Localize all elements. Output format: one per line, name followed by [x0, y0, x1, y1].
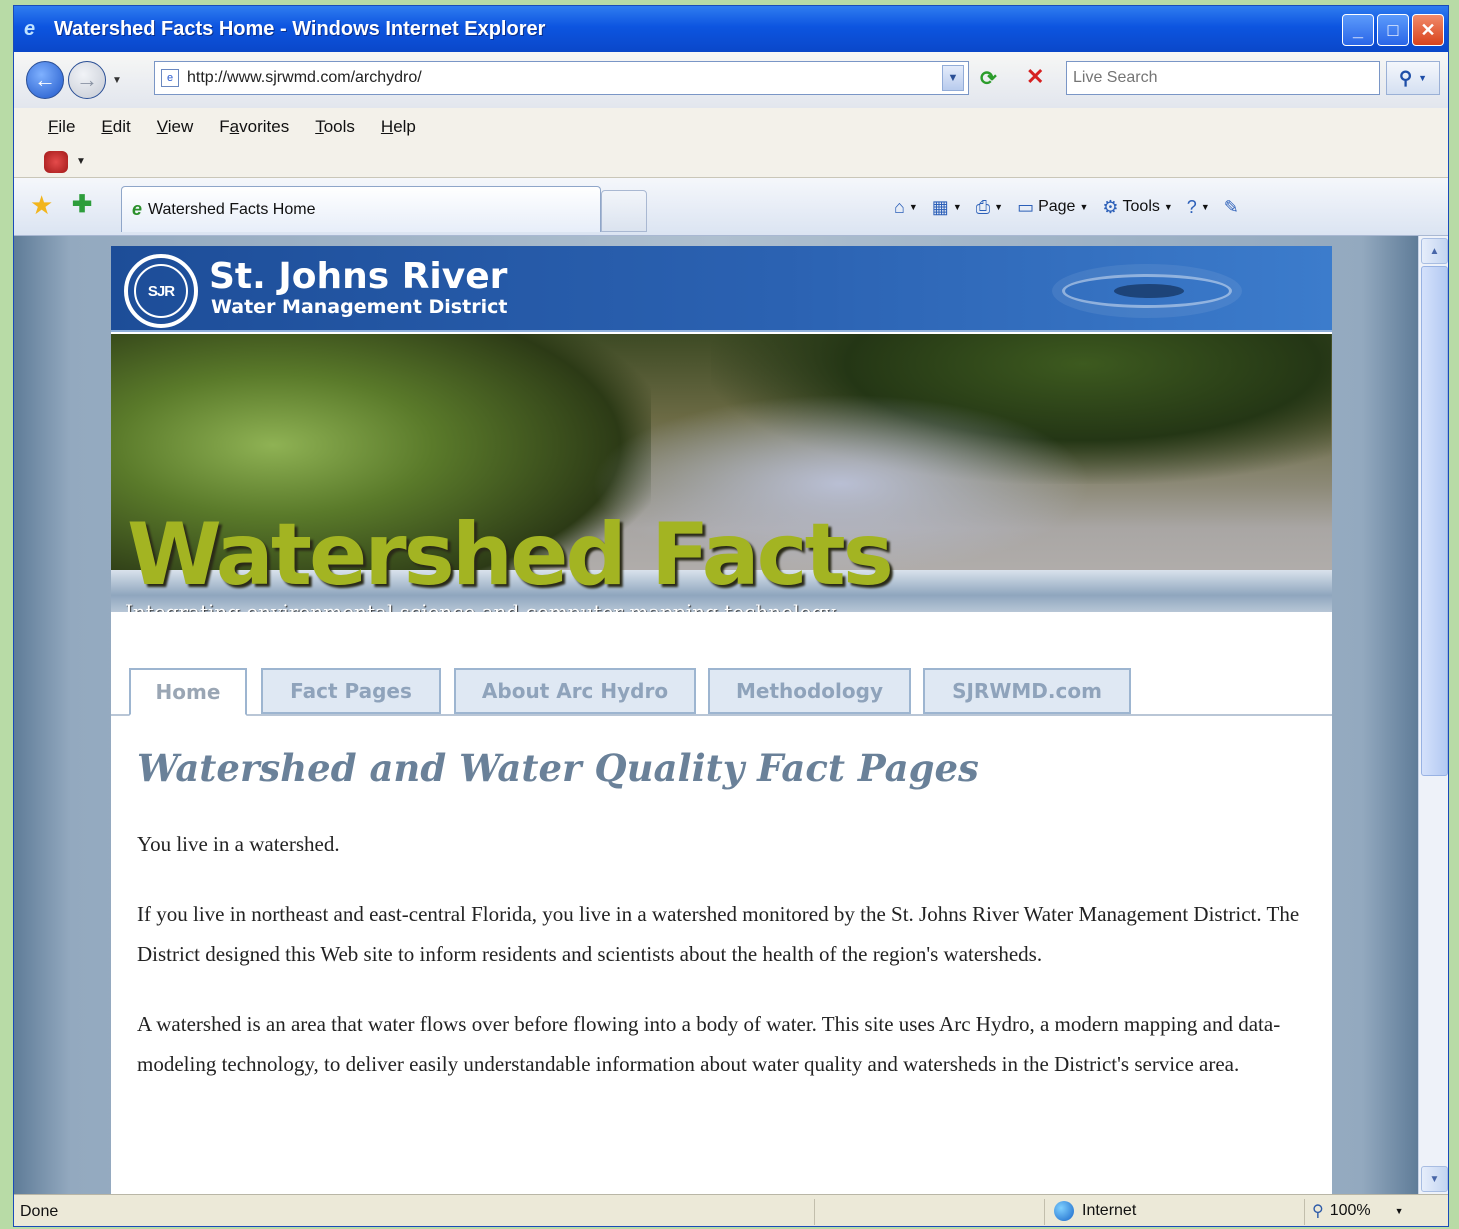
site-title: St. Johns River: [209, 256, 508, 297]
add-favorites-icon[interactable]: ✚: [72, 190, 92, 219]
research-button[interactable]: ✎: [1224, 197, 1239, 218]
close-button[interactable]: ✕: [1412, 14, 1444, 46]
logo-text: SJR: [134, 264, 188, 318]
paragraph-1: You live in a watershed.: [137, 832, 340, 856]
search-button[interactable]: ⚲ ▼: [1386, 61, 1440, 95]
ie-logo-icon: e: [24, 18, 36, 40]
scroll-thumb[interactable]: [1421, 266, 1448, 776]
page-menu-label: Page: [1038, 198, 1076, 215]
banner-image: Watershed Facts Integrating environmenta…: [111, 334, 1332, 612]
addon-dropdown[interactable]: ▼: [76, 156, 86, 167]
scroll-down-button[interactable]: ▼: [1421, 1166, 1448, 1192]
main-content: Watershed and Water Quality Fact Pages Y…: [137, 716, 1307, 1084]
page-icon: ▭: [1017, 196, 1035, 217]
back-icon: ←: [34, 67, 56, 92]
tab-methodology[interactable]: Methodology: [708, 668, 911, 714]
window-title: Watershed Facts Home - Windows Internet …: [54, 17, 546, 40]
site-subtitle: Water Management District: [211, 296, 508, 318]
feeds-icon: ▦: [931, 196, 949, 217]
home-icon: ⌂: [894, 196, 905, 217]
menu-edit[interactable]: Edit: [101, 117, 130, 137]
menu-view[interactable]: View: [157, 117, 194, 137]
tools-gear-icon: ⚙: [1102, 196, 1119, 217]
paragraph-2: If you live in northeast and east-centra…: [137, 902, 1300, 966]
content-viewport: SJR St. Johns River Water Management Dis…: [14, 236, 1418, 1194]
tab-fact-pages[interactable]: Fact Pages: [261, 668, 441, 714]
zoom-icon: ⚲: [1312, 1203, 1324, 1220]
page-icon: e: [161, 69, 179, 87]
menu-tools[interactable]: Tools: [315, 117, 355, 137]
print-icon: ⎙: [975, 196, 991, 217]
help-icon: ?: [1186, 196, 1197, 217]
history-dropdown[interactable]: ▼: [112, 75, 126, 86]
search-input[interactable]: [1067, 62, 1379, 94]
globe-icon: [1054, 1201, 1074, 1221]
search-box[interactable]: [1066, 61, 1380, 95]
site-nav-tabs: Home Fact Pages About Arc Hydro Methodol…: [111, 624, 1332, 716]
browser-window: e Watershed Facts Home - Windows Interne…: [13, 5, 1449, 1227]
banner-tagline: Integrating environmental science and co…: [125, 600, 836, 612]
site-header: SJR St. Johns River Water Management Dis…: [111, 246, 1332, 332]
back-button[interactable]: ←: [26, 61, 64, 99]
home-button[interactable]: ⌂ ▼: [894, 197, 918, 218]
status-bar: Done Internet ⚲ 100% ▼: [14, 1194, 1448, 1226]
print-button[interactable]: ⎙ ▼: [976, 197, 1003, 218]
refresh-icon[interactable]: ⟳: [980, 66, 997, 91]
address-bar[interactable]: e ▼: [154, 61, 969, 95]
addon-icon[interactable]: [44, 150, 68, 173]
search-icon: ⚲: [1398, 67, 1413, 88]
security-zone[interactable]: Internet: [1054, 1201, 1136, 1221]
research-icon: ✎: [1223, 196, 1239, 217]
window-controls: _ □ ✕: [1342, 14, 1444, 46]
menu-help[interactable]: Help: [381, 117, 416, 137]
tools-menu-label: Tools: [1122, 198, 1160, 215]
stop-icon[interactable]: ✕: [1026, 64, 1044, 90]
scroll-up-button[interactable]: ▲: [1421, 238, 1448, 264]
tab-home[interactable]: Home: [129, 668, 247, 716]
web-page: SJR St. Johns River Water Management Dis…: [111, 246, 1332, 1194]
address-toolbar: ← → ▼ e ▼ ⟳ ✕ ⚲ ▼: [14, 52, 1448, 108]
zone-label: Internet: [1082, 1202, 1137, 1219]
address-input[interactable]: [187, 69, 942, 87]
forward-icon: →: [76, 67, 98, 92]
zoom-control[interactable]: ⚲ 100% ▼: [1312, 1201, 1404, 1221]
zoom-level: 100%: [1329, 1202, 1371, 1219]
title-bar[interactable]: e Watershed Facts Home - Windows Interne…: [14, 6, 1448, 52]
vertical-scrollbar[interactable]: ▲ ▼: [1418, 236, 1448, 1194]
address-dropdown-button[interactable]: ▼: [942, 65, 964, 91]
sjrwmd-logo[interactable]: SJR: [124, 254, 198, 328]
menu-bar: File Edit View Favorites Tools Help: [14, 108, 1448, 146]
browser-tab[interactable]: e Watershed Facts Home: [121, 186, 601, 232]
forward-button[interactable]: →: [68, 61, 106, 99]
ie-logo-icon: e: [132, 199, 143, 219]
zoom-dropdown[interactable]: ▼: [1395, 1206, 1404, 1216]
tools-menu-button[interactable]: ⚙ Tools ▼: [1102, 197, 1172, 218]
maximize-button[interactable]: □: [1377, 14, 1409, 46]
banner-title: Watershed Facts: [127, 505, 894, 605]
minimize-button[interactable]: _: [1342, 14, 1374, 46]
paragraph-3: A watershed is an area that water flows …: [137, 1012, 1281, 1076]
help-button[interactable]: ? ▼: [1187, 197, 1210, 218]
tab-about-arc-hydro[interactable]: About Arc Hydro: [454, 668, 696, 714]
menu-favorites[interactable]: Favorites: [219, 117, 289, 137]
new-tab-button[interactable]: [601, 190, 647, 232]
favorites-star-icon[interactable]: ★: [30, 190, 53, 221]
page-menu-button[interactable]: ▭ Page ▼: [1017, 197, 1088, 218]
tab-bar: ★ ✚ e Watershed Facts Home ⌂ ▼ ▦ ▼ ⎙ ▼ ▭ Pag…: [14, 178, 1448, 236]
tab-label: Watershed Facts Home: [148, 200, 316, 218]
water-drop-graphic: [1114, 284, 1184, 298]
addon-toolbar: ▼: [14, 146, 1448, 178]
feeds-button[interactable]: ▦ ▼: [932, 197, 962, 218]
tab-sjrwmd-com[interactable]: SJRWMD.com: [923, 668, 1131, 714]
search-options-dropdown[interactable]: ▼: [1418, 73, 1427, 83]
page-heading: Watershed and Water Quality Fact Pages: [137, 746, 979, 790]
status-text: Done: [20, 1203, 59, 1220]
menu-file[interactable]: File: [48, 117, 75, 137]
command-bar: ⌂ ▼ ▦ ▼ ⎙ ▼ ▭ Page ▼ ⚙ Tools ▼ ? ▼ ✎: [894, 190, 1239, 224]
